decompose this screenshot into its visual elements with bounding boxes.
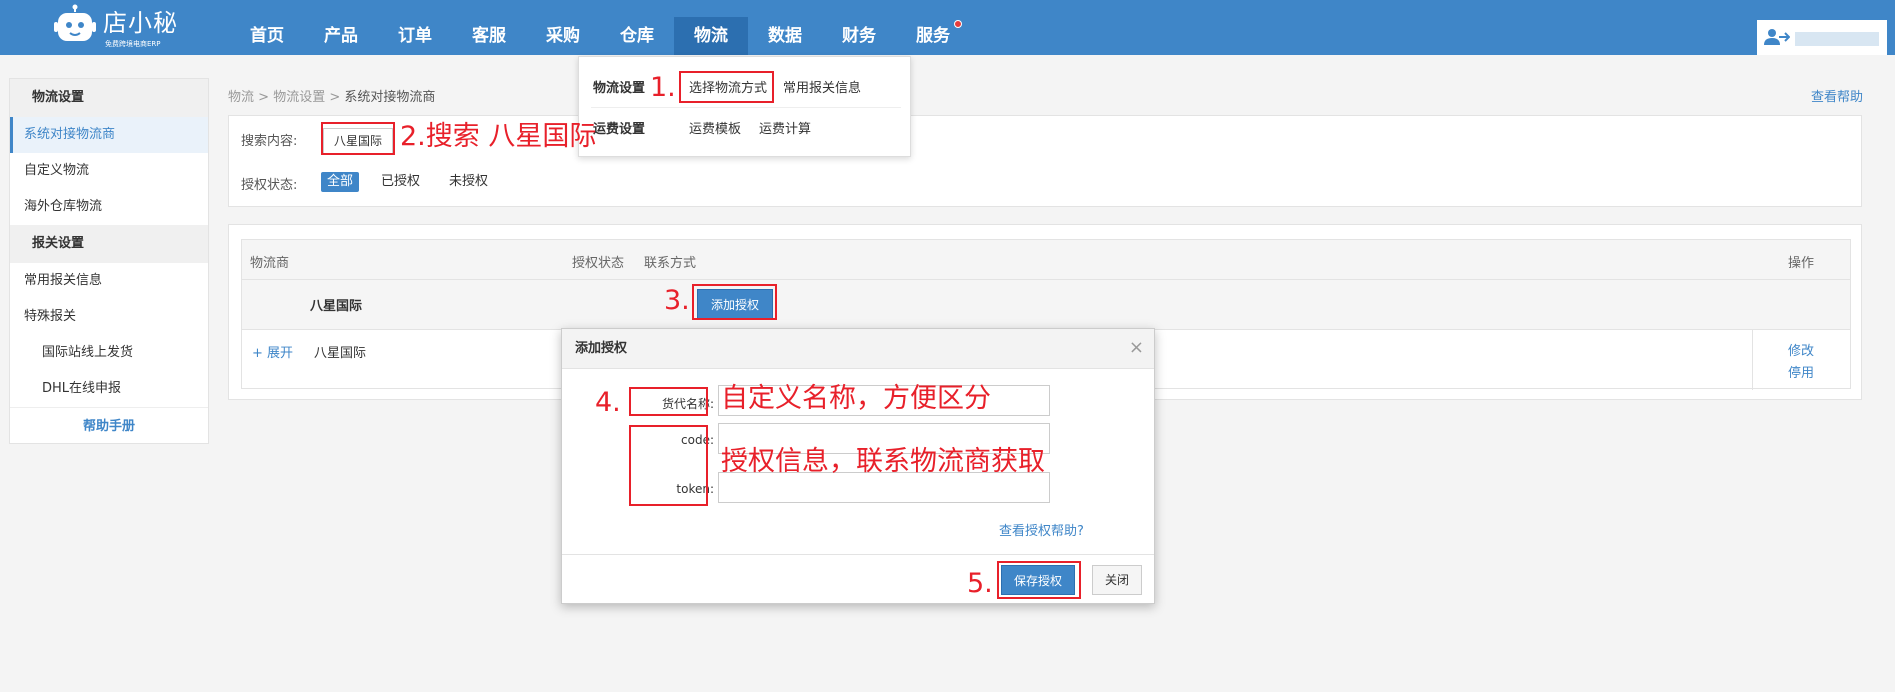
auth-help-link[interactable]: 查看授权帮助? (999, 520, 1084, 539)
annotation-box-name-label (629, 387, 708, 416)
sidebar-item-overseas[interactable]: 海外仓库物流 (10, 189, 208, 225)
logo-subtitle: 免费跨境电商ERP (105, 40, 161, 48)
header-contact: 联系方式 (644, 256, 697, 271)
close-icon[interactable]: × (1129, 338, 1144, 358)
header-auth-status: 授权状态 (572, 256, 625, 271)
filter-authorized[interactable]: 已授权 (375, 172, 426, 192)
annotation-step4: 4. (595, 387, 621, 418)
breadcrumb-separator: > (329, 90, 341, 105)
nav-products[interactable]: 产品 (304, 17, 378, 55)
dropdown-head-logistics: 物流设置 (593, 81, 646, 96)
ops-cell: 修改 停用 (1752, 330, 1850, 390)
annotation-box-save (997, 561, 1081, 599)
sidebar-group-customs: 报关设置 (10, 225, 208, 263)
annotation-name-hint: 自定义名称，方便区分 (721, 383, 991, 414)
sidebar-item-special-customs[interactable]: 特殊报关 (10, 299, 208, 335)
nav-home[interactable]: 首页 (230, 17, 304, 55)
sidebar-group-logistics: 物流设置 (10, 79, 208, 117)
user-icon (1764, 29, 1790, 45)
sidebar-item-system-carriers[interactable]: 系统对接物流商 (10, 117, 208, 153)
robot-logo-icon (54, 4, 96, 41)
breadcrumb-separator: > (258, 90, 270, 105)
logo-text: 店小秘 (103, 9, 178, 37)
breadcrumb-logistics[interactable]: 物流 (228, 90, 254, 105)
annotation-step5: 5. (967, 568, 993, 599)
annotation-box-search (321, 122, 395, 155)
annotation-box-auth-fields (629, 425, 708, 506)
header-carrier: 物流商 (250, 256, 290, 271)
carrier-group-row: 八星国际 添加授权 (242, 280, 1850, 330)
nav-data[interactable]: 数据 (748, 17, 822, 55)
nav-finance[interactable]: 财务 (822, 17, 896, 55)
breadcrumb-current: 系统对接物流商 (344, 90, 436, 105)
annotation-step1: 1. (650, 72, 676, 103)
table-header: 物流商 授权状态 联系方式 操作 (242, 240, 1850, 280)
auth-status-label: 授权状态: (241, 178, 298, 193)
nav-services[interactable]: 服务 (896, 17, 970, 55)
notification-dot (954, 20, 962, 28)
nav-purchase[interactable]: 采购 (526, 17, 600, 55)
close-button[interactable]: 关闭 (1092, 565, 1142, 595)
help-manual-link[interactable]: 帮助手册 (10, 407, 208, 445)
sidebar-item-customs-info[interactable]: 常用报关信息 (10, 263, 208, 299)
top-navbar: 店小秘 免费跨境电商ERP 首页 产品 订单 客服 采购 仓库 物流 数据 财务… (0, 0, 1895, 55)
search-label: 搜索内容: (241, 134, 298, 149)
user-name-redacted (1795, 32, 1879, 46)
header-ops: 操作 (1788, 256, 1815, 271)
breadcrumb: 物流 > 物流设置 > 系统对接物流商 (228, 86, 435, 105)
breadcrumb-logistics-settings[interactable]: 物流设置 (273, 90, 325, 105)
annotation-auth-hint: 授权信息，联系物流商获取 (721, 446, 1045, 477)
nav-services-label: 服务 (916, 26, 950, 46)
view-help-link[interactable]: 查看帮助 (1811, 86, 1863, 105)
annotation-step3: 3. (664, 285, 690, 316)
modal-title: 添加授权 (562, 329, 1154, 369)
nav-orders[interactable]: 订单 (378, 17, 452, 55)
nav-customer-service[interactable]: 客服 (452, 17, 526, 55)
main-nav: 首页 产品 订单 客服 采购 仓库 物流 数据 财务 服务 (230, 17, 970, 55)
user-menu[interactable] (1757, 20, 1887, 55)
annotation-step2: 2.搜索 八星国际 (400, 121, 597, 152)
dropdown-head-freight: 运费设置 (593, 122, 646, 137)
dropdown-divider (591, 107, 901, 108)
filter-all[interactable]: 全部 (321, 172, 360, 192)
carrier-name: 八星国际 (314, 346, 367, 361)
dropdown-freight-calc[interactable]: 运费计算 (759, 118, 811, 137)
sidebar-item-dhl[interactable]: DHL在线申报 (10, 371, 208, 407)
nav-warehouse[interactable]: 仓库 (600, 17, 674, 55)
annotation-box-add-auth (692, 284, 777, 320)
filter-unauthorized[interactable]: 未授权 (443, 172, 494, 192)
nav-logistics[interactable]: 物流 (674, 17, 748, 55)
dropdown-freight-template[interactable]: 运费模板 (689, 118, 741, 137)
expand-link[interactable]: + 展开 (252, 342, 293, 361)
carrier-group-name: 八星国际 (310, 299, 363, 314)
logo[interactable]: 店小秘 免费跨境电商ERP (53, 4, 203, 50)
sidebar: 物流设置 系统对接物流商 自定义物流 海外仓库物流 报关设置 常用报关信息 特殊… (9, 78, 209, 444)
sidebar-item-intl-shipping[interactable]: 国际站线上发货 (10, 335, 208, 371)
annotation-box-select-method (679, 71, 774, 103)
edit-link[interactable]: 修改 (1788, 340, 1814, 359)
sidebar-item-custom-logistics[interactable]: 自定义物流 (10, 153, 208, 189)
disable-link[interactable]: 停用 (1788, 362, 1814, 381)
dropdown-customs-info[interactable]: 常用报关信息 (783, 77, 861, 96)
